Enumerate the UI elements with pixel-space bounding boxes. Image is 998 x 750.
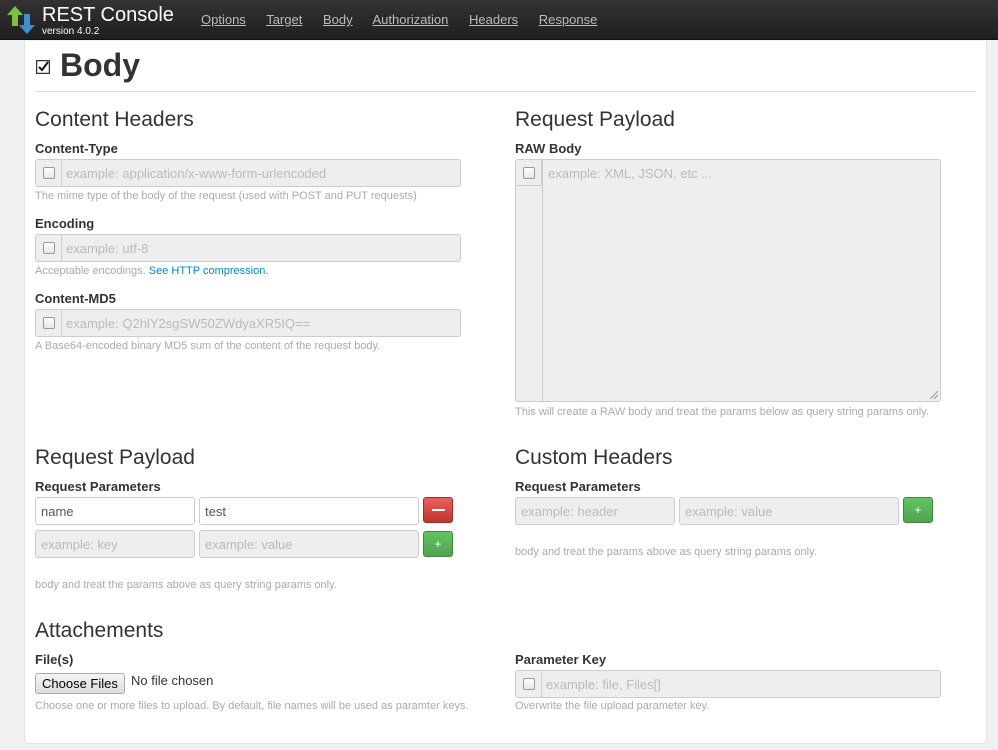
rest-console-logo-icon [7,6,35,34]
custom-header-key-input[interactable]: example: header [515,497,675,525]
encoding-checkbox[interactable] [36,235,62,261]
nav-options[interactable]: Options [201,12,246,27]
request-parameters-label: Request Parameters [35,479,161,494]
section-title: Body [60,47,140,83]
parameter-key-checkbox[interactable] [516,671,542,697]
files-help: Choose one or more files to upload. By d… [35,700,469,712]
param-value-input[interactable]: test [199,497,419,525]
raw-body-field[interactable]: example: XML, JSON, etc ... [515,159,941,402]
raw-body-textarea[interactable] [542,160,940,401]
parameter-key-field[interactable]: example: file, Files[] [515,670,941,698]
content-md5-label: Content-MD5 [35,291,116,306]
request-payload-help: body and treat the params above as query… [35,579,337,591]
encoding-help: Acceptable encodings. See HTTP compressi… [35,265,268,277]
brand[interactable]: REST Console version 4.0.2 [6,4,196,38]
choose-files-button[interactable]: Choose Files [35,673,125,694]
app-title: REST Console [42,4,174,26]
app-version: version 4.0.2 [42,26,100,37]
files-label: File(s) [35,652,74,667]
parameter-key-label: Parameter Key [515,652,607,667]
nav-response[interactable]: Response [539,12,598,27]
raw-payload-heading: Request Payload [515,108,675,131]
content-type-field[interactable]: example: application/x-www-form-urlencod… [35,159,461,187]
custom-headers-parameters-label: Request Parameters [515,479,641,494]
custom-headers-heading: Custom Headers [515,446,673,469]
http-compression-link[interactable]: See HTTP compression. [149,265,269,277]
content-type-help: The mime type of the body of the request… [35,190,417,202]
remove-param-button[interactable] [423,497,453,523]
encoding-placeholder: example: utf-8 [66,241,149,256]
content-type-label: Content-Type [35,141,118,156]
encoding-help-text: Acceptable encodings. [35,265,146,277]
content-type-checkbox[interactable] [36,160,62,186]
main-nav: Options Target Body Authorization Header… [201,12,614,27]
file-status-text: No file chosen [131,673,214,688]
param-key-input[interactable]: name [35,497,195,525]
minus-icon [432,509,445,511]
content-headers-heading: Content Headers [35,108,194,131]
encoding-label: Encoding [35,216,95,231]
new-param-value-input[interactable]: example: value [199,530,419,558]
collapse-toggle-icon[interactable] [36,60,50,74]
top-navbar: REST Console version 4.0.2 Options Targe… [0,0,998,40]
add-param-button[interactable]: + [423,531,453,557]
resize-handle-icon[interactable] [930,391,938,399]
nav-body[interactable]: Body [323,12,353,27]
section-divider [35,91,976,92]
content-md5-placeholder: example: Q2hlY2sgSW50ZWdyaXR5IQ== [66,316,311,331]
new-param-key-input[interactable]: example: key [35,530,195,558]
nav-headers[interactable]: Headers [469,12,518,27]
custom-headers-help: body and treat the params above as query… [515,546,817,558]
parameter-key-help: Overwrite the file upload parameter key. [515,700,710,712]
parameter-key-placeholder: example: file, Files[] [546,677,661,692]
raw-body-checkbox[interactable] [516,160,542,186]
request-payload-heading: Request Payload [35,446,195,469]
content-md5-checkbox[interactable] [36,310,62,336]
content-md5-help: A Base64-encoded binary MD5 sum of the c… [35,340,381,352]
attachments-heading: Attachements [35,619,164,642]
raw-body-help: This will create a RAW body and treat th… [515,406,929,418]
content-type-placeholder: example: application/x-www-form-urlencod… [66,166,327,181]
nav-target[interactable]: Target [266,12,302,27]
custom-header-value-input[interactable]: example: value [679,497,899,525]
raw-body-label: RAW Body [515,141,582,156]
add-header-button[interactable]: + [903,497,933,523]
raw-body-placeholder: example: XML, JSON, etc ... [548,166,712,181]
content-md5-field[interactable]: example: Q2hlY2sgSW50ZWdyaXR5IQ== [35,309,461,337]
encoding-field[interactable]: example: utf-8 [35,234,461,262]
nav-authorization[interactable]: Authorization [373,12,449,27]
body-panel: Body Content Headers Content-Type exampl… [24,41,987,744]
